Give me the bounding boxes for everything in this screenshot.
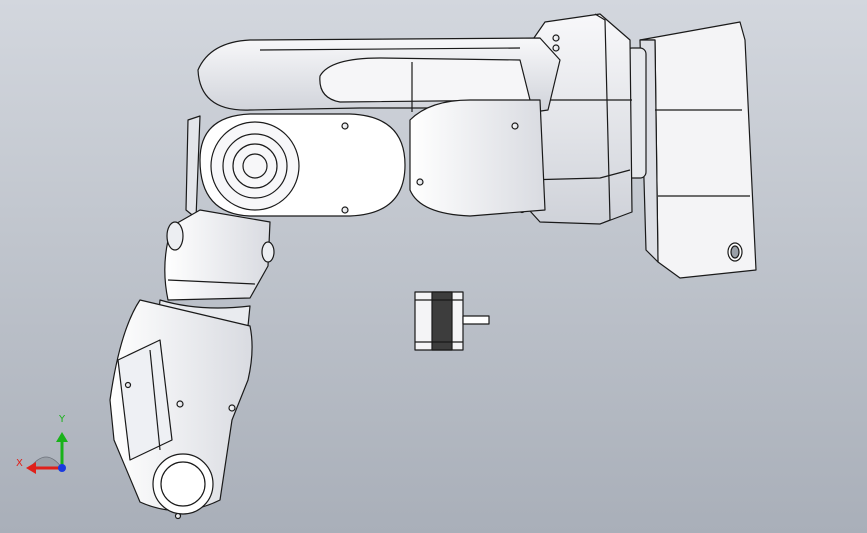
model-scene[interactable] [0,0,867,533]
wrist-housing[interactable] [109,299,253,520]
x-arrowhead-icon [26,462,36,474]
y-axis-label: Y [59,414,66,425]
axis-triad [26,432,68,474]
x-axis-label: X [16,458,23,469]
elbow-joint-cover[interactable] [185,113,406,219]
cad-viewport[interactable]: Y X [0,0,867,533]
y-arrowhead-icon [56,432,68,442]
base-mount-plate[interactable] [625,21,757,279]
z-axis-dot-icon [58,464,66,472]
stepper-motor[interactable] [414,291,490,351]
